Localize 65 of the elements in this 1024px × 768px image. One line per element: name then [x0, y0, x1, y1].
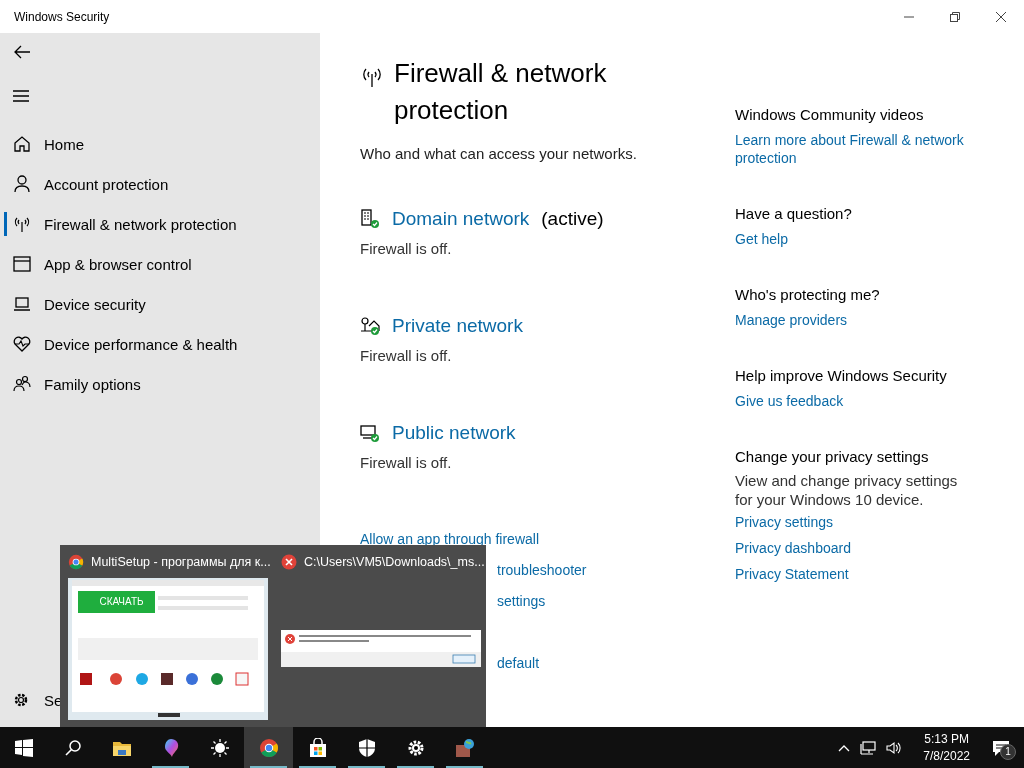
help-link[interactable]: Privacy Statement: [735, 565, 975, 583]
page-title: Firewall & network protection: [394, 57, 608, 127]
window-title: Windows Security: [14, 9, 111, 24]
sidebar-item[interactable]: App & browser control: [0, 244, 320, 284]
section-heading: Who's protecting me?: [735, 286, 881, 303]
speaker-button[interactable]: [885, 739, 904, 756]
section-text: View and change privacy settings for your Windows 10 device.: [735, 471, 959, 509]
network-status: Firewall is off.: [360, 240, 453, 257]
sidebar-item[interactable]: Family options: [0, 364, 320, 404]
error-icon: [281, 554, 297, 570]
shield-icon: [356, 737, 377, 758]
sun-icon: [209, 737, 230, 758]
sidebar-item[interactable]: Account protection: [0, 164, 320, 204]
network-link[interactable]: Domain network: [392, 208, 530, 230]
sidebar-item[interactable]: Home: [0, 124, 320, 164]
chrome-icon: [68, 554, 84, 570]
speaker-icon: [885, 739, 904, 756]
date-text: 7/8/2022: [923, 747, 970, 765]
network-status: Firewall is off.: [360, 347, 453, 364]
help-link[interactable]: Learn more about Firewall & network protection: [735, 131, 975, 167]
building-icon: [360, 209, 380, 229]
help-link[interactable]: Give us feedback: [735, 392, 975, 410]
help-link[interactable]: Privacy dashboard: [735, 539, 975, 557]
notification-button[interactable]: 1: [986, 738, 1016, 757]
network-status: Firewall is off.: [360, 454, 453, 471]
network-monitor-icon: [859, 739, 878, 756]
time-text: 5:13 PM: [923, 730, 970, 748]
network-tag: (active): [541, 208, 604, 230]
window-preview-title[interactable]: MultiSetup - программы для к...: [91, 555, 271, 569]
windows-logo-icon: [15, 738, 33, 757]
help-link[interactable]: Manage providers: [735, 311, 975, 329]
network-link[interactable]: Private network: [392, 315, 523, 337]
settings-link[interactable]: troubleshooter: [497, 555, 587, 586]
browser-window-icon: [12, 254, 32, 274]
taskbar-app[interactable]: [244, 727, 293, 768]
close-icon: [995, 10, 1007, 23]
sidebar-item[interactable]: Device security: [0, 284, 320, 324]
home-icon: [12, 134, 32, 154]
help-link[interactable]: Get help: [735, 230, 975, 248]
monitor-icon: [360, 423, 380, 443]
help-link[interactable]: Privacy settings: [735, 513, 975, 531]
settings-link[interactable]: default: [497, 648, 540, 679]
house-icon: [360, 316, 380, 336]
network-monitor-button[interactable]: [859, 739, 878, 756]
sidebar-item[interactable]: Device performance & health: [0, 324, 320, 364]
shopping-bag-icon: [307, 737, 328, 758]
person-icon: [12, 174, 32, 194]
heart-pulse-icon: [12, 334, 32, 354]
laptop-icon: [12, 294, 32, 314]
gear-icon[interactable]: [12, 691, 30, 709]
section-heading: Help improve Windows Security: [735, 367, 948, 384]
chrome-icon: [258, 737, 279, 758]
section-heading: Change your privacy settings: [735, 448, 930, 465]
section-heading: Windows Community videos: [735, 106, 925, 123]
network-link[interactable]: Public network: [392, 422, 516, 444]
menu-icon[interactable]: [12, 89, 30, 103]
section-heading: Have a question?: [735, 205, 853, 222]
restore-icon: [949, 10, 961, 23]
window-preview-title[interactable]: C:\Users\VM5\Downloads\_ms...: [304, 555, 485, 569]
people-icon: [12, 374, 32, 394]
clock[interactable]: 5:13 PM 7/8/2022: [915, 730, 978, 765]
sidebar-item[interactable]: Firewall & network protection: [0, 204, 320, 244]
settings-link[interactable]: settings: [497, 586, 546, 617]
page-subtitle: Who and what can access your networks.: [360, 145, 638, 162]
globe-on-box-icon: [454, 737, 475, 758]
